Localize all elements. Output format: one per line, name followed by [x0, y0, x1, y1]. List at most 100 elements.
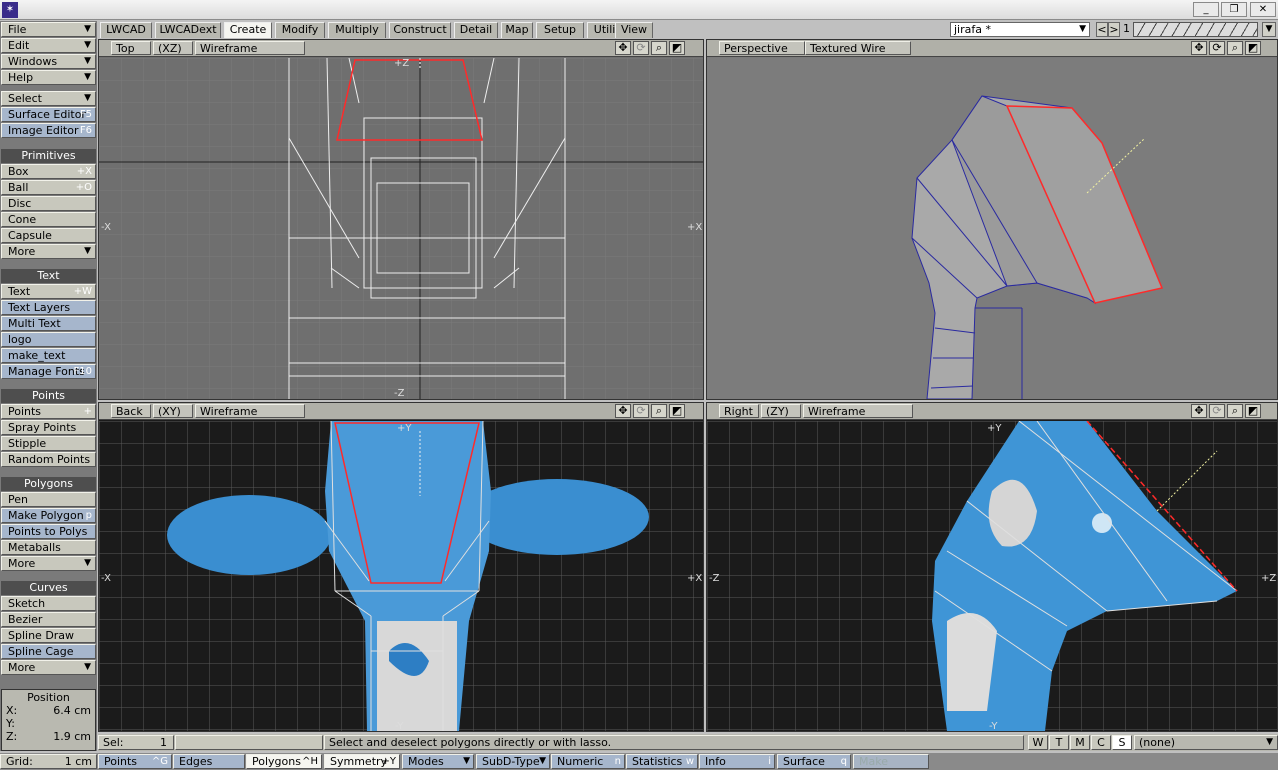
make-button[interactable]: Make — [853, 754, 929, 769]
wtmcs-m-button[interactable]: M — [1070, 735, 1090, 750]
wtmcs-w-button[interactable]: W — [1028, 735, 1048, 750]
info-button[interactable]: Info i — [699, 754, 775, 769]
rotate-view-icon[interactable]: ⟳ — [633, 41, 649, 55]
zoom-view-icon[interactable]: ⌕ — [651, 41, 667, 55]
random-points-button[interactable]: Random Points — [1, 452, 96, 467]
edges-mode-button[interactable]: Edges — [173, 754, 245, 769]
surface-editor-button[interactable]: Surface Editor F5 — [1, 107, 96, 122]
wtmcs-s-button[interactable]: S — [1112, 735, 1132, 750]
spline-cage-button[interactable]: Spline Cage — [1, 644, 96, 659]
disc-button[interactable]: Disc — [1, 196, 96, 211]
text-layers-button[interactable]: Text Layers — [1, 300, 96, 315]
spray-points-button[interactable]: Spray Points — [1, 420, 96, 435]
viewport-canvas[interactable]: +Y -Y -Z +Z — [707, 421, 1277, 731]
tab-view[interactable]: View — [615, 22, 653, 38]
menu-windows[interactable]: Windows ▼ — [1, 54, 96, 69]
close-button[interactable]: ✕ — [1250, 2, 1276, 17]
metaballs-button[interactable]: Metaballs — [1, 540, 96, 555]
maximize-view-icon[interactable]: ◩ — [669, 41, 685, 55]
rotate-view-icon[interactable]: ⟳ — [633, 404, 649, 418]
polygons-mode-button[interactable]: Polygons ^H — [246, 754, 322, 769]
tab-modify[interactable]: Modify — [275, 22, 325, 38]
viewport-back[interactable]: Back (XY) Wireframe ✥ ⟳ ⌕ ◩ +Y -Y -X +X — [98, 402, 704, 732]
viewport-canvas[interactable]: +Y -Y -X +X — [99, 421, 703, 731]
maximize-view-icon[interactable]: ◩ — [669, 404, 685, 418]
view-axis-button[interactable]: (XY) — [153, 404, 193, 418]
polygons-more-button[interactable]: More ▼ — [1, 556, 96, 571]
viewport-canvas[interactable] — [707, 58, 1277, 399]
points-mode-button[interactable]: Points ^G — [98, 754, 172, 769]
render-mode-button[interactable]: Wireframe — [803, 404, 913, 418]
curves-more-button[interactable]: More ▼ — [1, 660, 96, 675]
layer-select[interactable]: jirafa * ▼ — [950, 22, 1090, 37]
move-view-icon[interactable]: ✥ — [1191, 404, 1207, 418]
wtmcs-c-button[interactable]: C — [1091, 735, 1111, 750]
tab-multiply[interactable]: Multiply — [328, 22, 386, 38]
tab-map[interactable]: Map — [501, 22, 533, 38]
render-mode-button[interactable]: Textured Wire — [805, 41, 911, 55]
ball-button[interactable]: Ball +O — [1, 180, 96, 195]
menu-file[interactable]: File ▼ — [1, 22, 96, 37]
layer-dropdown-button[interactable]: ▼ — [1262, 22, 1276, 37]
view-type-button[interactable]: Right — [719, 404, 759, 418]
viewport-top[interactable]: Top (XZ) Wireframe ✥ ⟳ ⌕ ◩ +Z -Z -X +X — [98, 39, 704, 400]
tab-create[interactable]: Create — [224, 22, 272, 38]
viewport-right[interactable]: Right (ZY) Wireframe ✥ ⟳ ⌕ ◩ +Y -Y -Z +Z — [706, 402, 1278, 732]
wtmcs-t-button[interactable]: T — [1049, 735, 1069, 750]
menu-edit[interactable]: Edit ▼ — [1, 38, 96, 53]
view-type-button[interactable]: Top — [111, 41, 151, 55]
points-button[interactable]: Points + — [1, 404, 96, 419]
render-mode-button[interactable]: Wireframe — [195, 404, 305, 418]
rotate-view-icon[interactable]: ⟳ — [1209, 41, 1225, 55]
surface-select[interactable]: (none) ▼ — [1134, 735, 1278, 750]
zoom-view-icon[interactable]: ⌕ — [651, 404, 667, 418]
text-button[interactable]: Text +W — [1, 284, 96, 299]
rotate-view-icon[interactable]: ⟳ — [1209, 404, 1225, 418]
move-view-icon[interactable]: ✥ — [615, 41, 631, 55]
tab-construct[interactable]: Construct — [389, 22, 451, 38]
layer-next-button[interactable]: > — [1108, 22, 1120, 37]
make-text-button[interactable]: make_text — [1, 348, 96, 363]
spline-draw-button[interactable]: Spline Draw — [1, 628, 96, 643]
zoom-view-icon[interactable]: ⌕ — [1227, 404, 1243, 418]
maximize-view-icon[interactable]: ◩ — [1245, 404, 1261, 418]
box-button[interactable]: Box +X — [1, 164, 96, 179]
view-type-button[interactable]: Perspective — [719, 41, 805, 55]
statistics-button[interactable]: Statistics w — [626, 754, 698, 769]
layer-buttons[interactable] — [1133, 22, 1258, 37]
minimize-button[interactable]: _ — [1193, 2, 1219, 17]
tab-detail[interactable]: Detail — [454, 22, 498, 38]
multi-text-button[interactable]: Multi Text — [1, 316, 96, 331]
subd-type-dropdown[interactable]: SubD-Type ▼ — [476, 754, 550, 769]
tab-setup[interactable]: Setup — [536, 22, 584, 38]
view-type-button[interactable]: Back — [111, 404, 151, 418]
stipple-button[interactable]: Stipple — [1, 436, 96, 451]
primitives-more-button[interactable]: More ▼ — [1, 244, 96, 259]
logo-button[interactable]: logo — [1, 332, 96, 347]
maximize-view-icon[interactable]: ◩ — [1245, 41, 1261, 55]
restore-button[interactable]: ❐ — [1221, 2, 1247, 17]
bezier-button[interactable]: Bezier — [1, 612, 96, 627]
move-view-icon[interactable]: ✥ — [615, 404, 631, 418]
zoom-view-icon[interactable]: ⌕ — [1227, 41, 1243, 55]
pen-button[interactable]: Pen — [1, 492, 96, 507]
viewport-canvas[interactable]: +Z -Z -X +X — [99, 58, 703, 399]
select-dropdown[interactable]: Select ▼ — [1, 91, 96, 106]
render-mode-button[interactable]: Wireframe — [195, 41, 305, 55]
symmetry-button[interactable]: Symmetry +Y — [324, 754, 400, 769]
cone-button[interactable]: Cone — [1, 212, 96, 227]
numeric-button[interactable]: Numeric n — [551, 754, 625, 769]
layer-prev-button[interactable]: < — [1096, 22, 1108, 37]
tab-lwcad[interactable]: LWCAD — [100, 22, 152, 38]
menu-help[interactable]: Help ▼ — [1, 70, 96, 85]
modes-dropdown[interactable]: Modes ▼ — [402, 754, 474, 769]
viewport-perspective[interactable]: Perspective Textured Wire ✥ ⟳ ⌕ ◩ — [706, 39, 1278, 400]
tab-lwcadext[interactable]: LWCADext — [155, 22, 221, 38]
sketch-button[interactable]: Sketch — [1, 596, 96, 611]
move-view-icon[interactable]: ✥ — [1191, 41, 1207, 55]
surface-button[interactable]: Surface q — [777, 754, 851, 769]
manage-fonts-button[interactable]: Manage Fonts F10 — [1, 364, 96, 379]
view-axis-button[interactable]: (ZY) — [761, 404, 801, 418]
points-to-polys-button[interactable]: Points to Polys — [1, 524, 96, 539]
image-editor-button[interactable]: Image Editor F6 — [1, 123, 96, 138]
